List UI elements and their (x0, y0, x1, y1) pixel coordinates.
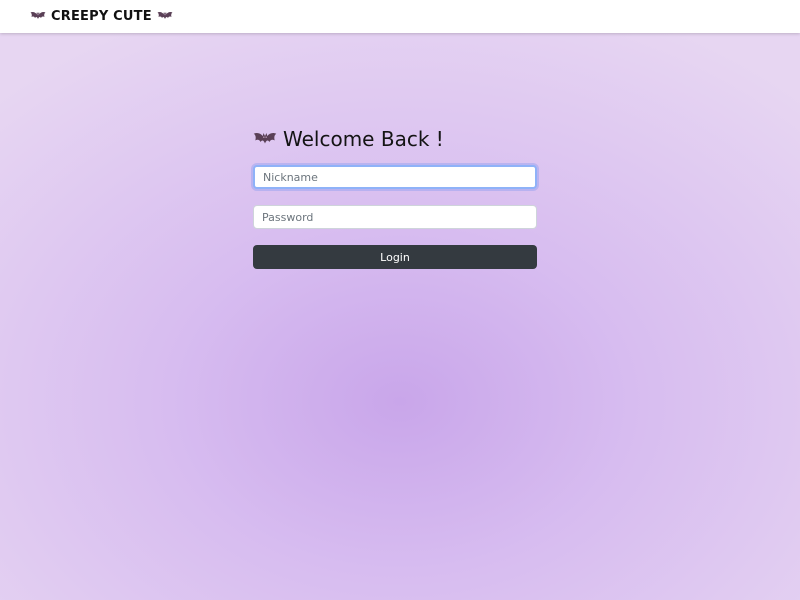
brand-name: CREEPY CUTE (51, 8, 152, 24)
top-navbar: CREEPY CUTE (0, 0, 800, 33)
main-content (0, 33, 800, 600)
password-input[interactable] (253, 205, 537, 229)
login-heading: Welcome Back ! (253, 125, 444, 153)
bat-icon (157, 10, 173, 22)
login-button[interactable]: Login (253, 245, 537, 269)
bat-icon (30, 10, 46, 22)
login-heading-text: Welcome Back ! (283, 127, 444, 151)
brand-link[interactable]: CREEPY CUTE (30, 7, 173, 25)
bat-icon (253, 130, 277, 148)
nickname-input[interactable] (253, 165, 537, 189)
